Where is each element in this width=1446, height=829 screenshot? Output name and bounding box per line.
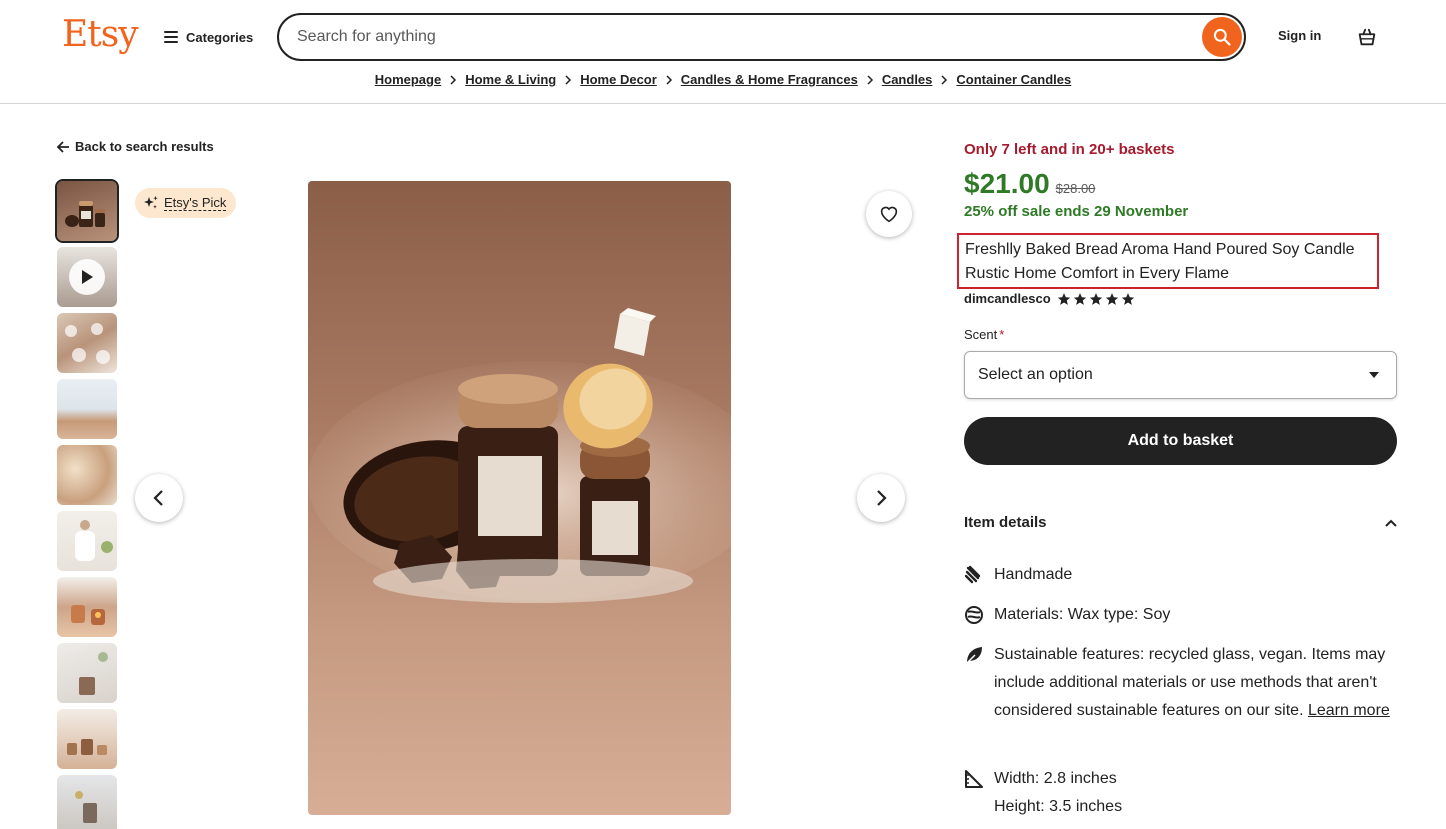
thumbnail-image <box>75 520 113 561</box>
chevron-right-icon <box>877 490 887 506</box>
sale-price: $21.00 <box>964 168 1050 199</box>
sale-notice: 25% off sale ends 29 November <box>964 203 1189 220</box>
chevron-left-icon <box>153 490 163 506</box>
star-icon <box>1121 292 1134 305</box>
width-text: Width: 2.8 inches <box>994 770 1117 787</box>
chevron-right-icon <box>867 74 873 85</box>
back-label: Back to search results <box>75 139 214 154</box>
breadcrumb-container-candles[interactable]: Container Candles <box>956 72 1071 87</box>
search-button[interactable] <box>1202 17 1242 57</box>
thumbnail-image <box>65 323 110 364</box>
star-icon <box>1105 292 1118 305</box>
categories-label: Categories <box>186 29 254 45</box>
chevron-right-icon <box>565 74 572 85</box>
video-thumbnail[interactable] <box>57 247 117 307</box>
search-icon <box>1213 28 1231 46</box>
product-photo <box>308 308 731 603</box>
shop-row: dimcandlesco <box>964 291 1135 306</box>
handmade-text: Handmade <box>994 566 1073 583</box>
scent-label-text: Scent <box>964 327 998 342</box>
basket-icon[interactable] <box>1356 26 1378 48</box>
sign-in-link[interactable]: Sign in <box>1278 28 1321 43</box>
leaf-icon <box>964 641 984 669</box>
chevron-up-icon <box>1385 519 1397 527</box>
thumbnail-image <box>75 791 97 823</box>
materials-icon <box>964 601 984 629</box>
next-image-button[interactable] <box>857 474 905 522</box>
breadcrumb: Homepage Home & Living Home Decor Candle… <box>0 72 1446 87</box>
menu-icon <box>164 31 178 43</box>
thumbnail-strip <box>55 179 119 829</box>
shop-name-link[interactable]: dimcandlesco <box>964 291 1051 306</box>
etsy-logo[interactable]: Etsy <box>62 14 139 55</box>
thumbnail[interactable] <box>57 709 117 769</box>
breadcrumb-candles[interactable]: Candles <box>882 72 933 87</box>
item-details-heading: Item details <box>964 514 1047 531</box>
sparkle-icon <box>144 196 158 209</box>
star-icon <box>1057 292 1070 305</box>
site-header: Etsy Categories Sign in Homepage Home & … <box>0 0 1446 104</box>
scent-label: Scent * <box>964 327 1004 342</box>
previous-image-button[interactable] <box>135 474 183 522</box>
detail-materials: Materials: Wax type: Soy <box>964 601 1394 629</box>
chevron-right-icon <box>941 74 948 85</box>
thumbnail[interactable] <box>57 313 117 373</box>
product-title: Freshlly Baked Bread Aroma Hand Poured S… <box>957 233 1379 289</box>
breadcrumb-homepage[interactable]: Homepage <box>375 72 441 87</box>
main-product-image[interactable] <box>308 181 731 815</box>
search-input[interactable] <box>297 25 1177 49</box>
price-row: $21.00 $28.00 <box>964 168 1095 200</box>
caret-down-icon <box>1369 372 1379 378</box>
stock-notice: Only 7 left and in 20+ baskets <box>964 141 1175 158</box>
thumbnail[interactable] <box>57 511 117 571</box>
search-bar <box>277 13 1246 61</box>
height-text: Height: 3.5 inches <box>994 798 1123 815</box>
sustainable-text: Sustainable features: recycled glass, ve… <box>994 641 1394 725</box>
back-to-results-link[interactable]: Back to search results <box>57 139 214 154</box>
thumbnail-image <box>65 201 105 227</box>
heart-icon <box>880 206 898 223</box>
ruler-icon <box>964 765 984 793</box>
scent-select[interactable]: Select an option <box>964 351 1397 399</box>
detail-sustainable: Sustainable features: recycled glass, ve… <box>964 641 1394 725</box>
original-price: $28.00 <box>1055 181 1096 196</box>
chevron-right-icon <box>450 74 457 85</box>
categories-button[interactable]: Categories <box>164 26 253 48</box>
learn-more-link[interactable]: Learn more <box>1308 702 1390 719</box>
thumbnail[interactable] <box>57 775 117 829</box>
thumbnail[interactable] <box>57 577 117 637</box>
scent-select-value: Select an option <box>978 366 1093 383</box>
breadcrumb-home-living[interactable]: Home & Living <box>465 72 556 87</box>
thumbnail[interactable] <box>57 379 117 439</box>
item-details-toggle[interactable]: Item details <box>964 514 1397 531</box>
thumbnail[interactable] <box>55 179 119 243</box>
rating-stars[interactable] <box>1057 292 1135 306</box>
thumbnail-image <box>79 652 108 695</box>
star-icon <box>1089 292 1102 305</box>
favorite-button[interactable] <box>866 191 912 237</box>
breadcrumb-candles-fragrances[interactable]: Candles & Home Fragrances <box>681 72 858 87</box>
materials-text: Materials: Wax type: Soy <box>994 606 1171 623</box>
add-to-basket-button[interactable]: Add to basket <box>964 417 1397 465</box>
badge-label: Etsy's Pick <box>164 195 227 211</box>
etsys-pick-badge[interactable]: Etsy's Pick <box>135 188 237 218</box>
hand-icon <box>964 561 984 589</box>
star-icon <box>1073 292 1086 305</box>
thumbnail-image <box>67 739 107 755</box>
detail-handmade: Handmade <box>964 561 1394 589</box>
detail-dimensions: Width: 2.8 inches Height: 3.5 inches <box>964 765 1394 821</box>
dimensions-text: Width: 2.8 inches Height: 3.5 inches <box>994 765 1394 821</box>
chevron-right-icon <box>666 74 672 85</box>
play-icon <box>69 259 105 295</box>
breadcrumb-home-decor[interactable]: Home Decor <box>580 72 657 87</box>
thumbnail[interactable] <box>57 445 117 505</box>
required-marker: * <box>999 327 1005 342</box>
thumbnail[interactable] <box>57 643 117 703</box>
arrow-left-icon <box>57 140 69 153</box>
thumbnail-image <box>71 605 105 625</box>
